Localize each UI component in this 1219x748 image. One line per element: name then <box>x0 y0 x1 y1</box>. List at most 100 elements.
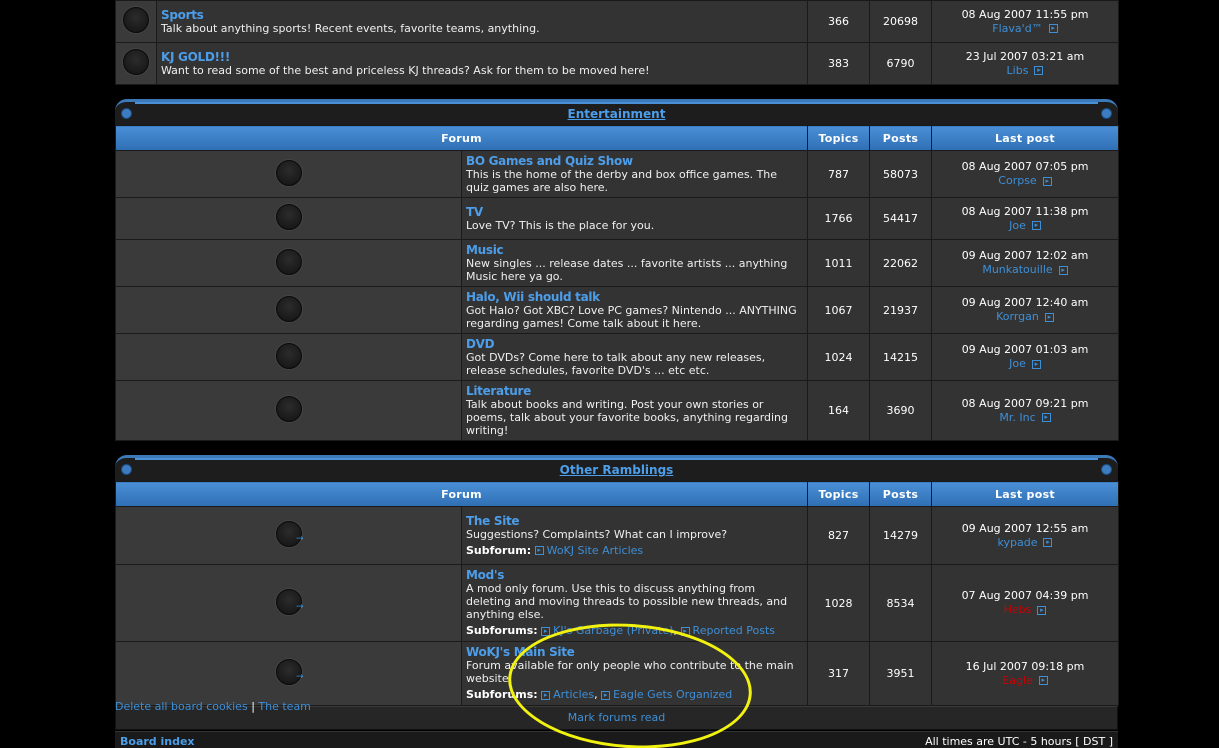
posts-count: 22062 <box>869 239 932 287</box>
delete-cookies-link[interactable]: Delete all board cookies <box>115 700 248 713</box>
last-post-user-link[interactable]: Mr. Inc <box>999 411 1035 424</box>
forum-read-icon <box>275 396 302 422</box>
col-topics: Topics <box>807 481 870 507</box>
forum-status-cell <box>115 150 462 198</box>
last-post-user-link[interactable]: kypade <box>998 536 1038 549</box>
subforum-link[interactable]: Eagle Gets Organized <box>613 688 732 701</box>
category-title-entertainment[interactable]: Entertainment <box>115 107 1118 121</box>
posts-count: 8534 <box>869 564 932 642</box>
last-post-author: Corpse ▸ <box>932 174 1118 188</box>
posts-count: 14279 <box>869 506 932 565</box>
view-latest-post-icon[interactable]: ▸ <box>1044 312 1054 322</box>
subforum-label: Subforum: <box>466 543 532 557</box>
forum-name-link[interactable]: Literature <box>466 384 531 398</box>
last-post-user-link[interactable]: Corpse <box>998 174 1036 187</box>
subforum-list: Subforums: ▸ Articles, ▸ Eagle Gets Organi… <box>466 688 733 701</box>
view-latest-post-icon[interactable]: ▸ <box>1058 265 1068 275</box>
forum-description: Love TV? This is the place for you. <box>466 219 655 232</box>
view-latest-post-icon[interactable]: ▸ <box>1048 24 1058 33</box>
general-forum-table: Sports Talk about anything sports! Recent… <box>115 0 1119 85</box>
forum-description: Got Halo? Got XBC? Love PC games? Ninten… <box>466 304 797 330</box>
forum-name-link[interactable]: Mod's <box>466 568 504 582</box>
forum-row: Sports Talk about anything sports! Recent… <box>115 0 1119 43</box>
topics-count: 164 <box>807 380 870 441</box>
forum-name-link[interactable]: WoKJ's Main Site <box>466 645 575 659</box>
posts-count: 54417 <box>869 197 932 240</box>
view-latest-post-icon[interactable]: ▸ <box>1031 359 1041 369</box>
view-latest-post-icon[interactable]: ▸ <box>1042 176 1052 186</box>
last-post-user-link[interactable]: Korrgan <box>996 310 1039 323</box>
subforum-link[interactable]: WoKJ Site Articles <box>547 544 644 557</box>
last-post-cell: 09 Aug 2007 01:03 am Joe ▸ <box>931 333 1119 381</box>
last-post-cell: 09 Aug 2007 12:02 am Munkatouille ▸ <box>931 239 1119 287</box>
last-post-user-link[interactable]: Libs <box>1007 64 1029 77</box>
col-forum: Forum <box>115 125 808 151</box>
subforum-list: Subforum: ▸ WoKJ Site Articles <box>466 544 803 558</box>
header-line <box>135 102 1098 104</box>
forum-row: → Mod's A mod only forum. Use this to disc… <box>115 564 1119 642</box>
posts-count: 58073 <box>869 150 932 198</box>
last-post-author: Libs ▸ <box>932 64 1118 78</box>
topics-count: 1067 <box>807 286 870 334</box>
forum-info-cell: Mod's A mod only forum. Use this to discu… <box>461 564 808 642</box>
subforum-list: Subforums: ▸ KJ's Garbage (Private), ▸ Rep… <box>466 624 776 637</box>
view-latest-post-icon[interactable]: ▸ <box>1037 605 1047 615</box>
forum-description: A mod only forum. Use this to discuss an… <box>466 582 788 621</box>
subforum-link[interactable]: KJ's Garbage (Private) <box>553 624 673 637</box>
view-latest-post-icon[interactable]: ▸ <box>1031 221 1041 230</box>
view-latest-post-icon[interactable]: ▸ <box>1034 66 1044 75</box>
forum-info-cell: Literature Talk about books and writing. … <box>461 380 808 441</box>
header-dot-right-icon <box>1101 108 1112 119</box>
forum-name-link[interactable]: The Site <box>466 514 520 528</box>
forum-read-icon <box>123 7 149 33</box>
board-index-link[interactable]: Board index <box>120 735 195 748</box>
forum-description: Talk about books and writing. Post your … <box>466 398 789 437</box>
view-latest-post-icon[interactable]: ▸ <box>1041 413 1051 422</box>
last-post-user-link[interactable]: Joe <box>1009 357 1026 370</box>
footer-bar: Board index All times are UTC - 5 hours … <box>115 731 1118 748</box>
the-team-link[interactable]: The team <box>258 700 311 713</box>
subforum-label: Subforums: <box>466 624 538 637</box>
last-post-author: kypade ▸ <box>932 536 1118 550</box>
category-title-other-ramblings[interactable]: Other Ramblings <box>115 463 1118 477</box>
last-post-user-link[interactable]: Flava'd™ <box>992 22 1042 35</box>
forum-name-link[interactable]: Music <box>466 243 504 257</box>
forum-name-link[interactable]: TV <box>466 205 483 219</box>
subforum-link[interactable]: Articles <box>553 688 594 701</box>
last-post-date: 09 Aug 2007 12:40 am <box>961 296 1089 309</box>
view-latest-post-icon[interactable]: ▸ <box>1038 676 1048 685</box>
forum-row: → The Site Suggestions? Complaints? What c… <box>115 506 1119 565</box>
last-post-date: 23 Jul 2007 03:21 am <box>965 49 1085 63</box>
forum-name-link[interactable]: DVD <box>466 337 495 351</box>
last-post-cell: 09 Aug 2007 12:40 am Korrgan ▸ <box>931 286 1119 334</box>
last-post-user-link[interactable]: Eagle <box>1002 674 1033 687</box>
topics-count: 1028 <box>807 564 870 642</box>
col-topics: Topics <box>807 125 870 151</box>
subforum-icon: ▸ <box>680 626 690 636</box>
forum-info-cell: The Site Suggestions? Complaints? What ca… <box>461 506 808 565</box>
forum-read-icon <box>275 204 302 230</box>
last-post-user-link[interactable]: Munkatouille <box>982 263 1052 276</box>
forum-status-cell <box>115 0 157 43</box>
last-post-cell: 08 Aug 2007 11:55 pm Flava'd™ ▸ <box>931 0 1119 43</box>
mark-forums-read-link[interactable]: Mark forums read <box>568 711 665 724</box>
last-post-author: Eagle ▸ <box>932 674 1118 688</box>
last-post-user-link[interactable]: Hebs <box>1004 603 1032 616</box>
subforum-link[interactable]: Reported Posts <box>693 624 775 637</box>
forum-name-link[interactable]: BO Games and Quiz Show <box>466 154 633 168</box>
forum-name-link[interactable]: Halo, Wii should talk <box>466 290 600 304</box>
entertainment-forum-table: Forum Topics Posts Last post BO Games an… <box>115 125 1119 441</box>
forum-name-link[interactable]: KJ GOLD!!! <box>161 50 230 64</box>
forum-status-cell <box>115 239 462 287</box>
last-post-date: 09 Aug 2007 12:02 am <box>961 249 1089 262</box>
view-latest-post-icon[interactable]: ▸ <box>1043 538 1053 547</box>
topics-count: 317 <box>807 641 870 706</box>
last-post-cell: 09 Aug 2007 12:55 am kypade ▸ <box>931 506 1119 565</box>
forum-row: BO Games and Quiz Show This is the home o… <box>115 150 1119 198</box>
forum-info-cell: Music New singles ... release dates ... f… <box>461 239 808 287</box>
last-post-author: Joe ▸ <box>932 219 1118 233</box>
last-post-user-link[interactable]: Joe <box>1009 219 1026 232</box>
category-header-entertainment: Entertainment <box>115 99 1118 125</box>
timezone-text: All times are UTC - 5 hours [ DST ] <box>925 735 1113 748</box>
forum-name-link[interactable]: Sports <box>161 8 204 22</box>
